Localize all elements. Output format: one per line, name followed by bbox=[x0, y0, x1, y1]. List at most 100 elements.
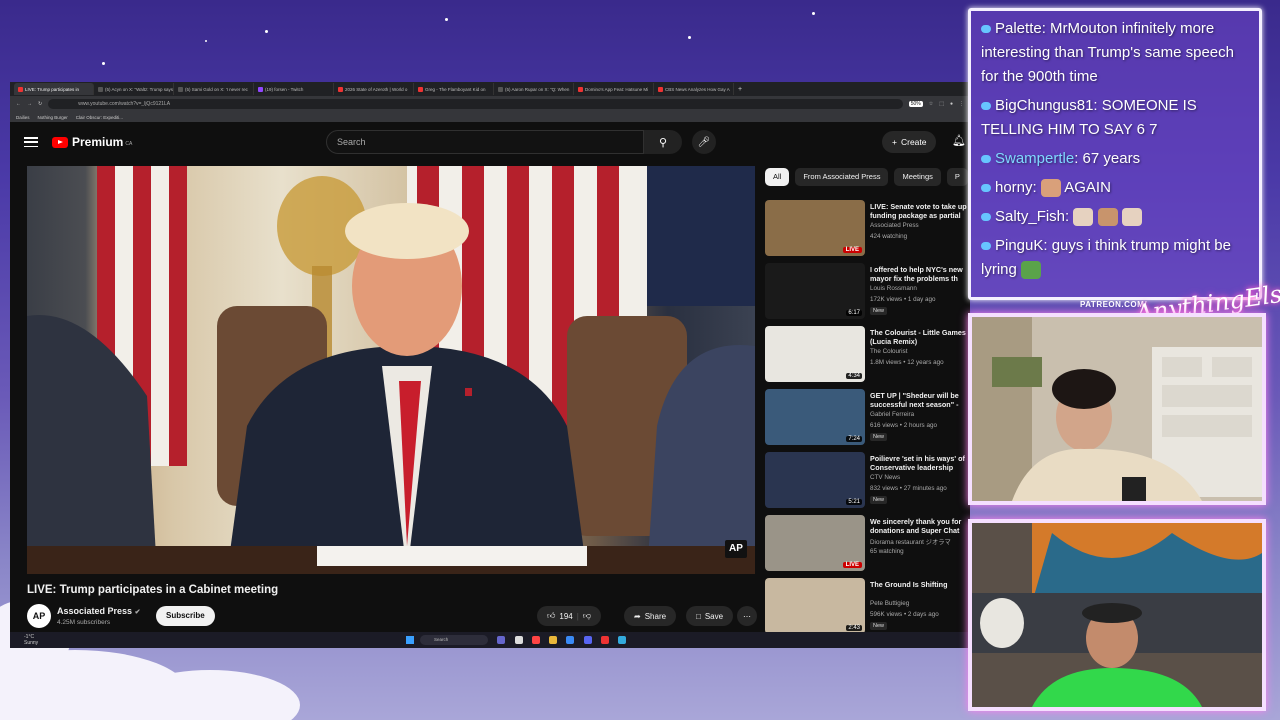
recommendation-channel[interactable]: Associated Press bbox=[870, 222, 919, 229]
chip-more[interactable]: P bbox=[946, 168, 968, 186]
bookmark-dailies[interactable]: Dailies bbox=[16, 115, 30, 120]
tab-acyn[interactable]: (5) Acyn on X: "Waltz: Trump says bbox=[94, 83, 174, 95]
thumbs-up-icon[interactable]: 👍︎ bbox=[547, 611, 555, 621]
youtube-favicon-icon bbox=[418, 86, 423, 92]
chip-meetings[interactable]: Meetings bbox=[894, 168, 941, 186]
chat-badge-icon bbox=[981, 242, 991, 251]
video-thumbnail[interactable]: 2:43 bbox=[765, 578, 865, 634]
recommendation-item[interactable]: 5:21 Poilievre 'set in his ways' of Conse… bbox=[765, 452, 970, 515]
save-button[interactable]: □ Save bbox=[686, 606, 734, 626]
back-icon[interactable]: ← bbox=[16, 101, 21, 107]
bookmark-clair-obscur[interactable]: Clair Obscur: Expediti... bbox=[76, 115, 123, 120]
emote-icon bbox=[1097, 208, 1118, 227]
video-thumbnail[interactable]: 4:34 bbox=[765, 326, 865, 382]
tab-dominos[interactable]: Domino's App Feat: Hatsune Mi bbox=[574, 83, 654, 95]
share-button[interactable]: ➦ Share bbox=[624, 606, 677, 626]
chat-username[interactable]: Swampertle bbox=[995, 150, 1074, 167]
new-badge: New bbox=[870, 307, 888, 315]
recommendation-item[interactable]: 6:17 I offered to help NYC's new mayor fi… bbox=[765, 263, 970, 326]
notifications-bell-icon[interactable]: 🔔︎ bbox=[952, 134, 966, 147]
recommendation-title[interactable]: Poilievre 'set in his ways' of Conservat… bbox=[870, 454, 970, 472]
bookmark-nothing-burger[interactable]: Nothing Burger bbox=[38, 115, 68, 120]
chat-username[interactable]: Salty_Fish bbox=[995, 208, 1065, 225]
duration-badge: 6:17 bbox=[846, 310, 862, 316]
video-thumbnail[interactable]: 6:17 bbox=[765, 263, 865, 319]
taskbar-app-icon[interactable] bbox=[566, 636, 574, 644]
video-thumbnail[interactable]: 7:24 bbox=[765, 389, 865, 445]
taskbar-app-icon[interactable] bbox=[601, 636, 609, 644]
recommendation-channel[interactable]: CTV News bbox=[870, 474, 900, 481]
recommendation-item[interactable]: 4:34 The Colourist - Little Games (Lucia … bbox=[765, 326, 970, 389]
recommendation-title[interactable]: I offered to help NYC's new mayor fix th… bbox=[870, 265, 970, 283]
recommendation-channel[interactable]: Gabriel Ferreira bbox=[870, 411, 914, 418]
share-icon: ➦ bbox=[634, 611, 641, 621]
star-icon[interactable]: ☆ bbox=[929, 101, 933, 107]
video-title: LIVE: Trump participates in a Cabinet me… bbox=[27, 584, 279, 596]
chat-username[interactable]: Palette bbox=[995, 20, 1042, 37]
chip-from-ap[interactable]: From Associated Press bbox=[795, 168, 889, 186]
twitch-favicon-icon bbox=[258, 86, 263, 92]
tab-cbs[interactable]: CBS News Analyzes How Gay A bbox=[654, 83, 734, 95]
star bbox=[812, 12, 815, 15]
subscribe-button[interactable]: Subscribe bbox=[156, 606, 215, 626]
video-thumbnail[interactable]: LIVE bbox=[765, 515, 865, 571]
new-tab-icon[interactable]: + bbox=[738, 86, 742, 93]
tab-greg[interactable]: Greg - The Flamboyant Kid on bbox=[414, 83, 494, 95]
recommendation-channel[interactable]: Louis Rossmann bbox=[870, 285, 917, 292]
taskbar-app-icon[interactable] bbox=[618, 636, 626, 644]
tab-twitch[interactable]: (19) forsen - Twitch bbox=[254, 83, 334, 95]
recommendation-channel[interactable]: Diorama restaurant ジオラマ bbox=[870, 537, 951, 546]
youtube-logo[interactable]: Premium CA bbox=[52, 135, 132, 149]
chip-all[interactable]: All bbox=[765, 168, 790, 186]
thumbs-down-icon[interactable]: 👎︎ bbox=[583, 611, 591, 621]
video-thumbnail[interactable]: LIVE bbox=[765, 200, 865, 256]
channel-avatar[interactable]: AP bbox=[27, 604, 51, 628]
taskbar-app-icon[interactable] bbox=[532, 636, 540, 644]
discord-icon[interactable] bbox=[584, 636, 592, 644]
file-explorer-icon[interactable] bbox=[549, 636, 557, 644]
recommendation-channel[interactable]: Pete Buttigieg bbox=[870, 600, 909, 607]
more-actions-icon[interactable]: ⋯ bbox=[737, 606, 757, 626]
address-bar[interactable]: www.youtube.com/watch?v=_ljQc9121LA bbox=[48, 99, 903, 109]
chat-username[interactable]: horny bbox=[995, 179, 1033, 196]
recommendation-meta: 832 views • 27 minutes ago bbox=[870, 485, 947, 492]
taskbar-search[interactable]: Search bbox=[420, 635, 488, 645]
hamburger-menu-icon[interactable] bbox=[24, 137, 38, 147]
create-button[interactable]: + Create bbox=[882, 131, 937, 153]
chat-message: PinguK: guys i think trump might be lyri… bbox=[981, 237, 1231, 280]
zoom-indicator[interactable]: 50% bbox=[908, 101, 923, 107]
like-dislike-button[interactable]: 👍︎ 194 | 👎︎ bbox=[537, 606, 601, 626]
recommendation-title[interactable]: GET UP | "Shedeur will be successful nex… bbox=[870, 391, 970, 409]
taskbar-app-icon[interactable] bbox=[515, 636, 523, 644]
windows-start-icon[interactable] bbox=[406, 636, 414, 644]
recommendation-title[interactable]: The Colourist - Little Games (Lucia Remi… bbox=[870, 328, 970, 346]
taskbar-app-icon[interactable] bbox=[497, 636, 505, 644]
reload-icon[interactable]: ↻ bbox=[38, 101, 42, 107]
voice-search-button[interactable]: 🎤︎ bbox=[692, 130, 716, 154]
menu-dots-icon[interactable]: ⋮ bbox=[959, 101, 964, 107]
tab-azeroth[interactable]: 2026 State of Azeroth | World o bbox=[334, 83, 414, 95]
recommendation-channel[interactable]: The Colourist bbox=[870, 348, 907, 355]
forward-icon[interactable]: → bbox=[27, 101, 32, 107]
tab-rupar[interactable]: (5) Aaron Rupar on X: "Q: When bbox=[494, 83, 574, 95]
channel-name[interactable]: Associated Press ✔ bbox=[57, 606, 140, 616]
tab-youtube[interactable]: LIVE: Trump participates in bbox=[14, 83, 94, 95]
video-player[interactable]: AP bbox=[27, 166, 755, 574]
recommendation-item[interactable]: LIVE We sincerely thank you for donations… bbox=[765, 515, 970, 578]
recommendation-meta: 1.8M views • 12 years ago bbox=[870, 359, 944, 366]
chat-username[interactable]: PinguK bbox=[995, 237, 1043, 254]
weather-widget[interactable]: -1°C Sunny bbox=[24, 634, 38, 646]
recommendation-item[interactable]: LIVE LIVE: Senate vote to take up funding… bbox=[765, 200, 970, 263]
recommendation-title[interactable]: The Ground Is Shifting bbox=[870, 580, 970, 589]
chat-username[interactable]: BigChungus81 bbox=[995, 97, 1093, 114]
profile-icon[interactable]: ● bbox=[950, 101, 953, 107]
search-input[interactable]: Search bbox=[326, 130, 644, 154]
video-thumbnail[interactable]: 5:21 bbox=[765, 452, 865, 508]
tab-sami-gold[interactable]: (5) Sami Gold on X: 'I never rec bbox=[174, 83, 254, 95]
recommendation-item[interactable]: 7:24 GET UP | "Shedeur will be successful… bbox=[765, 389, 970, 452]
recommendation-title[interactable]: We sincerely thank you for donations and… bbox=[870, 517, 970, 535]
recommendation-title[interactable]: LIVE: Senate vote to take up funding pac… bbox=[870, 202, 970, 220]
star bbox=[688, 36, 691, 39]
search-button[interactable]: ⚲ bbox=[644, 130, 682, 154]
extensions-icon[interactable]: ⬚ bbox=[939, 101, 944, 107]
